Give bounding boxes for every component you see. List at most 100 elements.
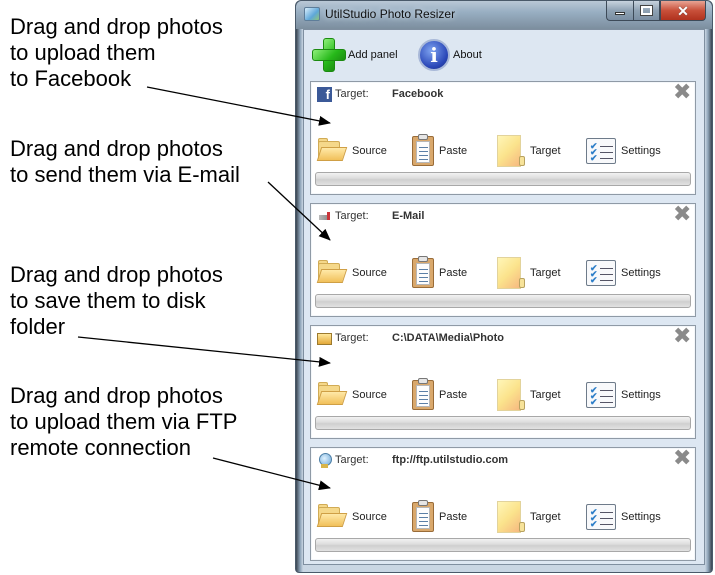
check-mark-icon: ✔ — [590, 153, 598, 163]
open-folder-icon — [316, 504, 348, 528]
add-panel-button[interactable]: Add panel — [311, 38, 398, 72]
add-panel-label: Add panel — [348, 49, 398, 61]
title-bar[interactable]: UtilStudio Photo Resizer ✕ — [296, 1, 712, 29]
settings-button[interactable]: ✔ ✔ ✔ Settings — [586, 257, 661, 289]
green-plus-icon — [311, 37, 347, 73]
app-photo-icon — [304, 7, 320, 21]
progress-bar — [315, 416, 691, 430]
toolbar: Add panel i About — [304, 30, 704, 80]
folder-icon — [317, 333, 332, 345]
panel-actions: Source Paste Target ✔ ✔ ✔ Settings — [316, 500, 695, 533]
progress-bar — [315, 538, 691, 552]
target-folder-icon — [497, 379, 525, 411]
target-panel-2[interactable]: Target: C:\DATA\Media\Photo ✖ Source Pas… — [310, 325, 696, 439]
target-panel-0[interactable]: f Target: Facebook ✖ Source Paste Target… — [310, 81, 696, 195]
target-label: Target: — [335, 454, 369, 466]
close-icon: ✕ — [677, 2, 689, 19]
paste-button[interactable]: Paste — [412, 134, 468, 167]
annotation-ftp: Drag and drop photos to upload them via … — [10, 383, 238, 460]
remove-panel-button[interactable]: ✖ — [673, 204, 691, 226]
panel-header: Target: C:\DATA\Media\Photo — [317, 330, 504, 346]
remove-panel-button[interactable]: ✖ — [673, 448, 691, 470]
minimize-button[interactable] — [606, 1, 633, 21]
target-folder-icon — [497, 257, 525, 289]
checklist-icon: ✔ ✔ ✔ — [586, 382, 616, 408]
target-folder-icon — [497, 135, 525, 167]
panel-actions: Source Paste Target ✔ ✔ ✔ Settings — [316, 378, 695, 411]
target-action-label: Target — [530, 145, 561, 157]
clipboard-icon — [412, 256, 434, 288]
target-button[interactable]: Target — [497, 501, 561, 533]
target-folder-icon — [497, 501, 525, 533]
source-label: Source — [352, 267, 387, 279]
panel-actions: Source Paste Target ✔ ✔ ✔ Settings — [316, 134, 695, 167]
target-label: Target: — [335, 88, 369, 100]
maximize-button[interactable] — [633, 1, 660, 21]
remove-panel-button[interactable]: ✖ — [673, 82, 691, 104]
client-area: Add panel i About f Target: Facebook ✖ S… — [303, 29, 705, 565]
target-action-label: Target — [530, 511, 561, 523]
clipboard-icon — [412, 134, 434, 166]
target-label: Target: — [335, 210, 369, 222]
progress-bar — [315, 294, 691, 308]
remove-panel-button[interactable]: ✖ — [673, 326, 691, 348]
arrow-disk-folder — [77, 336, 331, 367]
paste-label: Paste — [439, 145, 468, 157]
settings-button[interactable]: ✔ ✔ ✔ Settings — [586, 135, 661, 167]
target-button[interactable]: Target — [497, 257, 561, 289]
target-action-label: Target — [530, 267, 561, 279]
source-button[interactable]: Source — [316, 379, 387, 411]
target-panel-3[interactable]: Target: ftp://ftp.utilstudio.com ✖ Sourc… — [310, 447, 696, 561]
target-panel-1[interactable]: Target: E-Mail ✖ Source Paste Target ✔ ✔ ✔ — [310, 203, 696, 317]
open-folder-icon — [316, 260, 348, 284]
paste-button[interactable]: Paste — [412, 500, 468, 533]
checklist-icon: ✔ ✔ ✔ — [586, 138, 616, 164]
progress-bar — [315, 172, 691, 186]
target-button[interactable]: Target — [497, 379, 561, 411]
panel-header: Target: E-Mail — [317, 208, 424, 224]
paste-label: Paste — [439, 389, 468, 401]
info-icon: i — [418, 39, 450, 71]
ftp-globe-icon — [317, 452, 332, 468]
target-value: E-Mail — [392, 210, 425, 222]
clipboard-icon — [412, 500, 434, 532]
settings-button[interactable]: ✔ ✔ ✔ Settings — [586, 501, 661, 533]
facebook-icon: f — [317, 86, 332, 102]
paste-button[interactable]: Paste — [412, 256, 467, 289]
source-label: Source — [352, 511, 387, 523]
source-label: Source — [352, 145, 387, 157]
check-mark-icon: ✔ — [590, 275, 598, 285]
minimize-icon — [615, 12, 625, 15]
open-folder-icon — [316, 382, 348, 406]
about-label: About — [453, 49, 482, 61]
open-folder-icon — [316, 138, 348, 162]
target-button[interactable]: Target — [497, 135, 561, 167]
source-button[interactable]: Source — [316, 501, 387, 533]
clipboard-icon — [412, 378, 434, 410]
source-button[interactable]: Source — [316, 257, 387, 289]
close-button[interactable]: ✕ — [660, 1, 706, 21]
panel-actions: Source Paste Target ✔ ✔ ✔ Settings — [316, 256, 695, 289]
window-title: UtilStudio Photo Resizer — [325, 7, 456, 21]
settings-label: Settings — [621, 389, 661, 401]
maximize-icon — [640, 5, 653, 16]
target-value: Facebook — [392, 88, 444, 100]
target-value: C:\DATA\Media\Photo — [392, 332, 505, 344]
panel-header: f Target: Facebook — [317, 86, 443, 102]
settings-button[interactable]: ✔ ✔ ✔ Settings — [586, 379, 661, 411]
target-value: ftp://ftp.utilstudio.com — [392, 454, 509, 466]
app-window: UtilStudio Photo Resizer ✕ Add panel i A… — [295, 0, 713, 573]
check-mark-icon: ✔ — [590, 397, 598, 407]
source-button[interactable]: Source — [316, 135, 387, 167]
paste-button[interactable]: Paste — [412, 378, 468, 411]
source-label: Source — [352, 389, 387, 401]
checklist-icon: ✔ ✔ ✔ — [586, 504, 616, 530]
checklist-icon: ✔ ✔ ✔ — [586, 260, 616, 286]
paste-label: Paste — [439, 511, 468, 523]
about-button[interactable]: i About — [418, 38, 482, 72]
annotation-disk-folder: Drag and drop photos to save them to dis… — [10, 262, 223, 339]
target-action-label: Target — [530, 389, 561, 401]
panel-header: Target: ftp://ftp.utilstudio.com — [317, 452, 508, 468]
settings-label: Settings — [621, 267, 661, 279]
target-label: Target: — [335, 332, 369, 344]
